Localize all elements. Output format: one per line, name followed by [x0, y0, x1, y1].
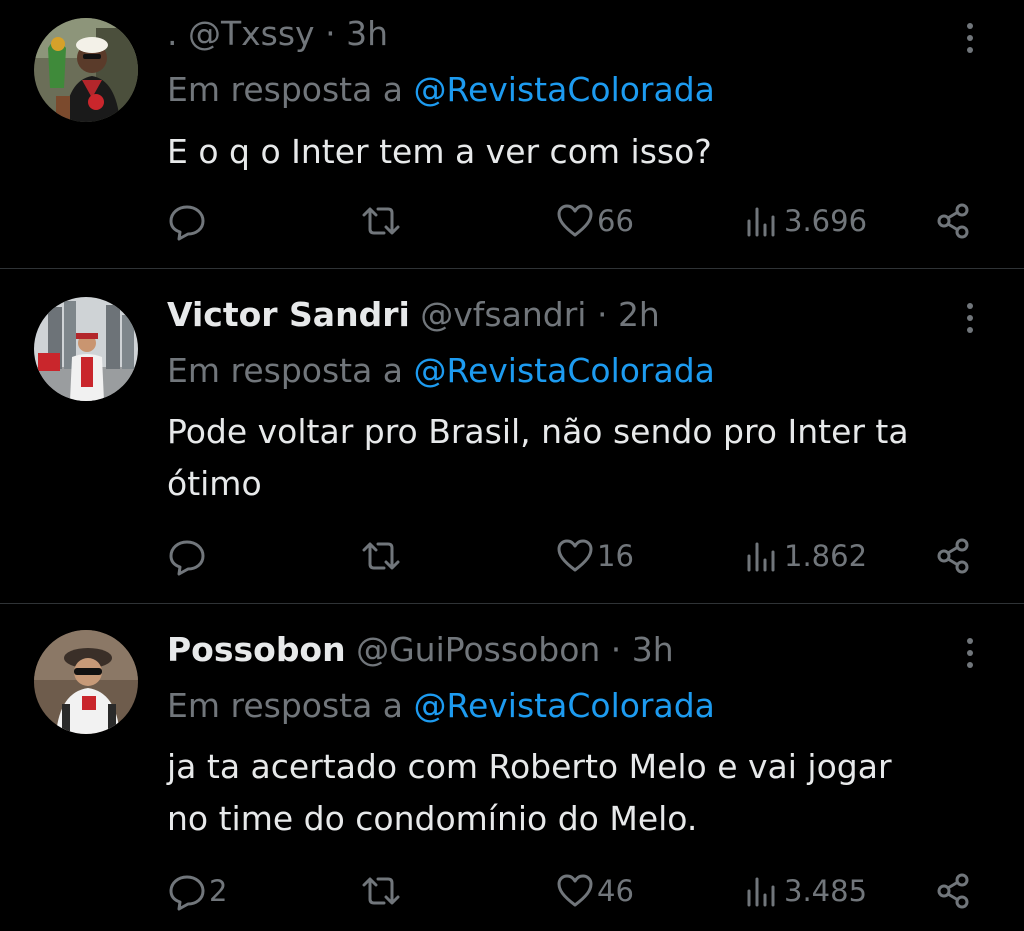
tweet[interactable]: . @Txssy · 3h Em resposta a @RevistaColo…: [0, 0, 1024, 268]
tweet-header: Possobon @GuiPossobon · 3h: [167, 630, 674, 670]
views-count: 1.862: [784, 539, 868, 573]
tweet-text: Pode voltar pro Brasil, não sendo pro In…: [167, 406, 987, 510]
tweet-text-line: no time do condomínio do Melo.: [167, 799, 698, 838]
mention-link[interactable]: @RevistaColorada: [414, 686, 715, 725]
views-icon: [747, 877, 775, 907]
reply-icon: [169, 875, 205, 911]
reply-button[interactable]: [167, 201, 209, 241]
separator-dot: ·: [586, 295, 618, 334]
timestamp[interactable]: 2h: [618, 295, 660, 334]
timestamp[interactable]: 3h: [632, 630, 674, 669]
tweet[interactable]: Possobon @GuiPossobon · 3h Em resposta a…: [0, 604, 1024, 931]
views-icon: [747, 542, 775, 572]
reply-icon: [169, 205, 205, 241]
reply-button[interactable]: 2: [167, 871, 227, 911]
like-count: 46: [597, 874, 634, 908]
tweet-text-line: Pode voltar pro Brasil, não sendo pro In…: [167, 412, 909, 451]
reply-context: Em resposta a @RevistaColorada: [167, 70, 715, 110]
retweet-icon: [362, 542, 400, 570]
tweet-header: . @Txssy · 3h: [167, 14, 388, 54]
timestamp[interactable]: 3h: [346, 14, 388, 53]
more-vertical-icon: [967, 638, 973, 668]
reply-button[interactable]: [167, 536, 209, 576]
reply-icon: [169, 540, 205, 576]
views-button[interactable]: 3.485: [742, 871, 867, 911]
like-count: 66: [597, 204, 634, 238]
like-count: 16: [597, 539, 634, 573]
reply-prefix: Em resposta a: [167, 686, 414, 725]
reply-prefix: Em resposta a: [167, 70, 414, 109]
share-button[interactable]: [933, 536, 973, 576]
share-button[interactable]: [933, 201, 973, 241]
tweet-text: ja ta acertado com Roberto Melo e vai jo…: [167, 741, 987, 845]
heart-icon: [557, 874, 593, 907]
like-button[interactable]: 46: [555, 871, 634, 911]
views-icon: [747, 207, 775, 237]
share-icon: [937, 873, 969, 909]
tweet[interactable]: Victor Sandri @vfsandri · 2h Em resposta…: [0, 269, 1024, 603]
mention-link[interactable]: @RevistaColorada: [414, 70, 715, 109]
views-count: 3.696: [784, 204, 868, 238]
more-options-button[interactable]: [958, 298, 982, 338]
mention-link[interactable]: @RevistaColorada: [414, 351, 715, 390]
share-button[interactable]: [933, 871, 973, 911]
tweet-text-line: ja ta acertado com Roberto Melo e vai jo…: [167, 747, 892, 786]
retweet-button[interactable]: [358, 536, 406, 576]
views-count: 3.485: [784, 874, 868, 908]
user-handle[interactable]: . @Txssy: [167, 14, 315, 53]
like-button[interactable]: 66: [555, 201, 634, 241]
tweet-text-line: ótimo: [167, 464, 262, 503]
views-button[interactable]: 1.862: [742, 536, 867, 576]
retweet-button[interactable]: [358, 871, 406, 911]
more-options-button[interactable]: [958, 633, 982, 673]
reply-prefix: Em resposta a: [167, 351, 414, 390]
tweet-header: Victor Sandri @vfsandri · 2h: [167, 295, 660, 335]
retweet-icon: [362, 207, 400, 235]
separator-dot: ·: [600, 630, 632, 669]
avatar[interactable]: [34, 18, 138, 122]
tweet-text: E o q o Inter tem a ver com isso?: [167, 132, 712, 171]
more-vertical-icon: [967, 303, 973, 333]
share-icon: [937, 538, 969, 574]
retweet-icon: [362, 877, 400, 905]
share-icon: [937, 203, 969, 239]
more-vertical-icon: [967, 23, 973, 53]
user-handle[interactable]: @GuiPossobon: [356, 630, 600, 669]
avatar[interactable]: [34, 297, 138, 401]
reply-context: Em resposta a @RevistaColorada: [167, 351, 715, 391]
heart-icon: [557, 204, 593, 237]
avatar[interactable]: [34, 630, 138, 734]
views-button[interactable]: 3.696: [742, 201, 867, 241]
more-options-button[interactable]: [958, 18, 982, 58]
retweet-button[interactable]: [358, 201, 406, 241]
like-button[interactable]: 16: [555, 536, 634, 576]
user-handle[interactable]: @vfsandri: [420, 295, 586, 334]
reply-context: Em resposta a @RevistaColorada: [167, 686, 715, 726]
reply-count: 2: [209, 874, 228, 908]
separator-dot: ·: [314, 14, 347, 53]
display-name[interactable]: Possobon: [167, 630, 346, 669]
display-name[interactable]: Victor Sandri: [167, 295, 410, 334]
heart-icon: [557, 539, 593, 572]
